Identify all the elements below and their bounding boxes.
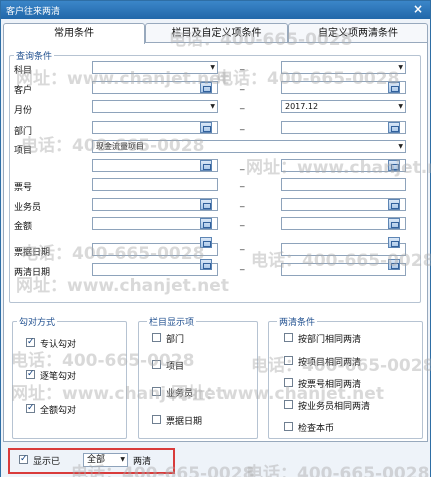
range-separator: _: [240, 198, 245, 208]
month-from-select[interactable]: ▼: [92, 100, 218, 113]
show-cleared-checkbox[interactable]: ✓: [19, 455, 28, 464]
calendar-icon[interactable]: [200, 237, 212, 248]
tab-column-custom-conditions[interactable]: 栏目及自定义项条件: [145, 23, 288, 43]
range-separator: _: [240, 121, 245, 131]
clear-condition-checkbox[interactable]: [284, 422, 293, 431]
clear-condition-checkbox[interactable]: [284, 400, 293, 409]
column-checkbox[interactable]: [152, 360, 161, 369]
clear-condition-checkbox[interactable]: [284, 356, 293, 365]
item-label: 项目: [14, 146, 33, 156]
reference-picker-icon[interactable]: [200, 199, 212, 210]
item-class-select[interactable]: 现金流量项目 ▼: [92, 140, 406, 153]
range-separator: _: [240, 100, 245, 110]
column-checkbox[interactable]: [152, 415, 161, 424]
column-display-title: 栏目显示项: [147, 315, 197, 328]
clear-date-label: 两清日期: [14, 268, 51, 278]
reference-picker-icon[interactable]: [200, 122, 212, 133]
chevron-down-icon: ▼: [398, 64, 403, 71]
tab-panel: 查询条件 科目 ▼ _ ▼ 客户 _ 月份 ▼ _ 2017.12 ▼ 部门 _ …: [3, 42, 428, 442]
window-title: 客户往来两清: [6, 7, 61, 17]
customer-label: 客户: [14, 86, 33, 96]
reference-picker-icon[interactable]: [200, 160, 212, 171]
department-label: 部门: [14, 127, 33, 137]
clear-condition-checkbox[interactable]: [284, 378, 293, 387]
voucher-date-label: 票据日期: [14, 248, 51, 258]
voucher-no-label: 票号: [14, 183, 33, 193]
dialog-window: 客户往来两清 × 常用条件 栏目及自定义项条件 自定义项两清条件 查询条件 科目…: [0, 0, 431, 477]
tab-common-conditions[interactable]: 常用条件: [3, 23, 145, 44]
match-mode-option-label: 逐笔勾对: [40, 372, 77, 382]
month-to-value: 2017.12: [285, 102, 319, 111]
range-separator: _: [240, 261, 245, 271]
clear-scope-value: 全部: [87, 455, 106, 465]
clear-condition-checkbox[interactable]: [284, 333, 293, 342]
range-separator: _: [240, 61, 245, 71]
column-option-label: 项目: [166, 362, 185, 372]
chevron-down-icon: ▼: [120, 456, 125, 463]
amount-label: 金额: [14, 222, 33, 232]
column-checkbox[interactable]: [152, 333, 161, 342]
column-option-label: 业务员: [166, 389, 194, 399]
column-option-label: 票据日期: [166, 417, 203, 427]
match-mode-option-label: 全额勾对: [40, 406, 77, 416]
range-separator: _: [240, 217, 245, 227]
month-label: 月份: [14, 106, 33, 116]
calculator-icon[interactable]: [388, 218, 400, 229]
chevron-down-icon: ▼: [210, 103, 215, 110]
clear-scope-select[interactable]: 全部 ▼: [83, 453, 128, 467]
range-separator: _: [240, 178, 245, 188]
reference-picker-icon[interactable]: [388, 160, 400, 171]
range-separator: _: [240, 241, 245, 251]
title-bar: 客户往来两清 ×: [1, 1, 430, 19]
clear-condition-label: 按票号相同两清: [298, 380, 362, 390]
show-cleared-label: 显示已: [33, 457, 61, 467]
subject-label: 科目: [14, 66, 33, 76]
cleared-suffix-label: 两清: [133, 457, 152, 467]
chevron-down-icon: ▼: [398, 103, 403, 110]
match-mode-checkbox[interactable]: ✓: [26, 404, 35, 413]
calendar-icon[interactable]: [200, 259, 212, 270]
subject-from-select[interactable]: ▼: [92, 61, 218, 74]
reference-picker-icon[interactable]: [388, 122, 400, 133]
match-mode-checkbox[interactable]: ✓: [26, 338, 35, 347]
query-group-title: 查询条件: [14, 49, 55, 62]
match-mode-title: 勾对方式: [17, 315, 58, 328]
clear-condition-label: 检查本币: [298, 424, 335, 434]
voucher-no-to-input[interactable]: [281, 178, 406, 191]
match-mode-option-label: 专认勾对: [40, 340, 77, 350]
chevron-down-icon: ▼: [398, 143, 403, 150]
reference-picker-icon[interactable]: [200, 82, 212, 93]
voucher-no-from-input[interactable]: [92, 178, 218, 191]
reference-picker-icon[interactable]: [388, 82, 400, 93]
range-separator: _: [240, 81, 245, 91]
tab-strip: 常用条件 栏目及自定义项条件 自定义项两清条件: [3, 23, 428, 44]
reference-picker-icon[interactable]: [388, 199, 400, 210]
chevron-down-icon: ▼: [210, 64, 215, 71]
month-to-select[interactable]: 2017.12 ▼: [281, 100, 406, 113]
range-separator: _: [240, 161, 245, 171]
clear-condition-label: 按项目相同两清: [298, 358, 362, 368]
clear-condition-label: 按部门相同两清: [298, 335, 362, 345]
column-checkbox[interactable]: [152, 387, 161, 396]
subject-to-select[interactable]: ▼: [281, 61, 406, 74]
calculator-icon[interactable]: [200, 218, 212, 229]
calendar-icon[interactable]: [388, 259, 400, 270]
match-mode-checkbox[interactable]: ✓: [26, 370, 35, 379]
close-icon[interactable]: ×: [413, 2, 423, 16]
tab-custom-clear-conditions[interactable]: 自定义项两清条件: [288, 23, 428, 43]
salesperson-label: 业务员: [14, 203, 42, 213]
clear-condition-label: 按业务员相同两清: [298, 402, 371, 412]
column-option-label: 部门: [166, 335, 185, 345]
calendar-icon[interactable]: [388, 237, 400, 248]
item-class-value: 现金流量项目: [96, 142, 144, 151]
clear-conditions-title: 两清条件: [277, 315, 318, 328]
